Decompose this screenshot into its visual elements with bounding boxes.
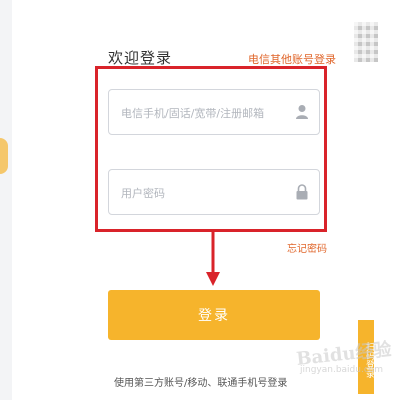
username-field[interactable]	[108, 89, 320, 136]
qr-code-corner-icon[interactable]	[354, 22, 378, 62]
username-input[interactable]	[119, 90, 295, 136]
login-title: 欢迎登录	[108, 49, 173, 67]
left-decoration	[0, 138, 8, 174]
third-party-login-text[interactable]: 使用第三方账号/移动、联通手机号登录	[114, 374, 287, 389]
user-icon	[296, 105, 308, 119]
login-page: 扫码登录 欢迎登录 电信其他账号登录 忘记密码 登录 使用第三方账号/移动、联通…	[0, 0, 400, 400]
password-field[interactable]	[108, 169, 320, 216]
down-arrow-icon	[206, 232, 220, 286]
forgot-password-link[interactable]: 忘记密码	[287, 240, 327, 255]
lock-icon	[296, 184, 308, 200]
left-background-panel	[0, 0, 12, 400]
alt-account-login-link[interactable]: 电信其他账号登录	[248, 51, 336, 67]
watermark-url: jingyan.baidu.com	[300, 365, 384, 375]
password-input[interactable]	[119, 170, 295, 216]
login-button[interactable]: 登录	[108, 290, 320, 340]
